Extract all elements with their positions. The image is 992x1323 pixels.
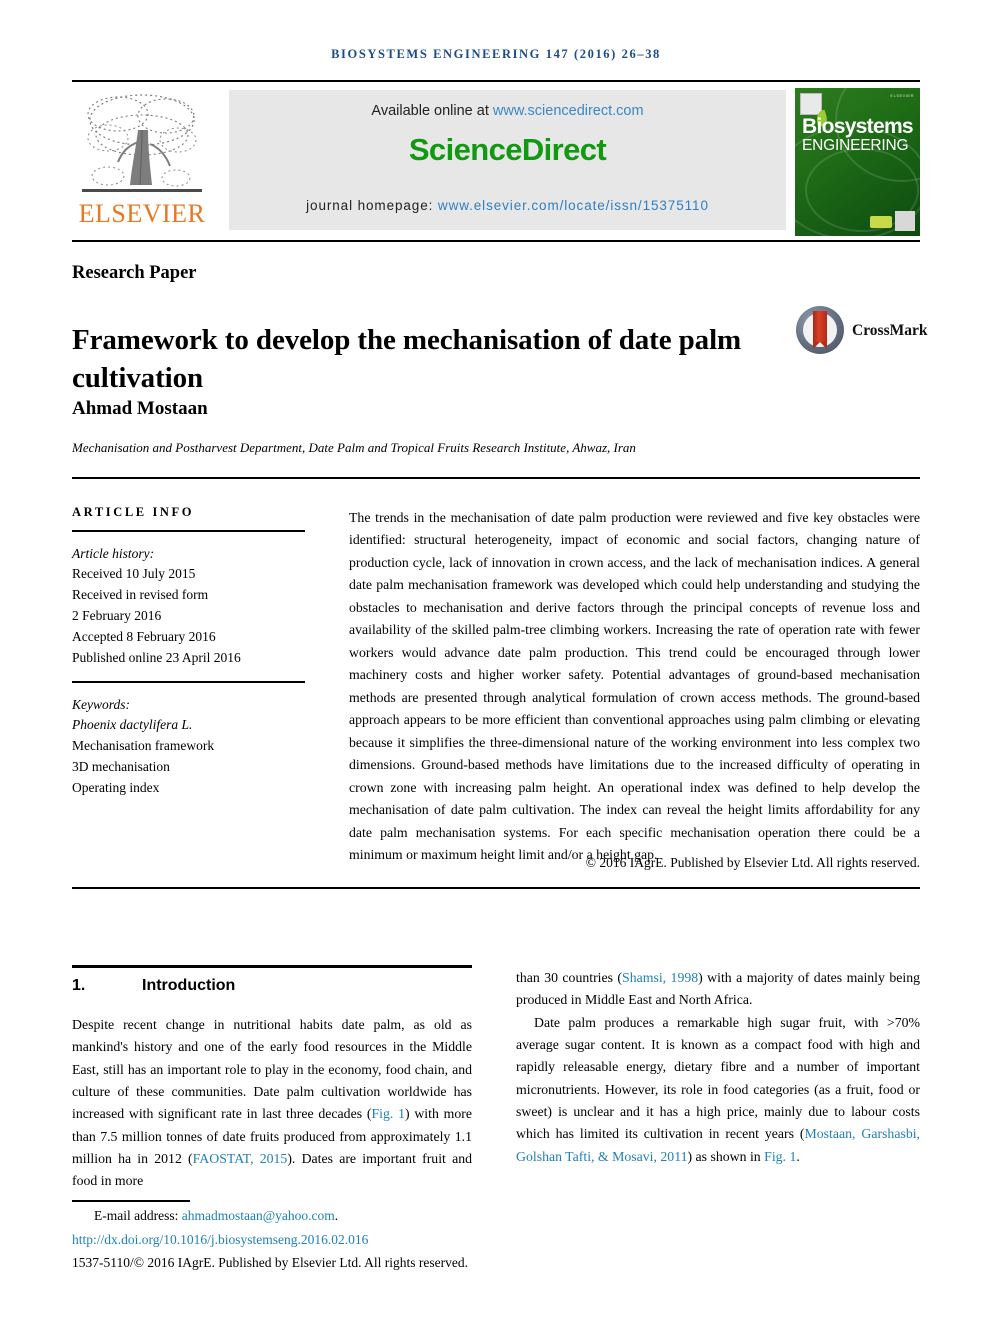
abstract-bottom-rule <box>72 887 920 889</box>
citation-shamsi-link[interactable]: Shamsi, 1998 <box>622 970 698 985</box>
intro-text-part: than 30 countries ( <box>516 970 623 985</box>
intro-text-part: Date palm produces a remarkable high sug… <box>516 1014 920 1142</box>
crossmark-label: CrossMark <box>852 322 928 339</box>
body-column-left: Despite recent change in nutritional hab… <box>72 1014 472 1193</box>
intro-text-part: . <box>796 1148 800 1164</box>
keywords-label: Keywords: <box>72 696 130 712</box>
article-type: Research Paper <box>72 263 197 283</box>
article-info-divider <box>72 530 305 532</box>
keyword-item: 3D mechanisation <box>72 759 170 775</box>
section-rule <box>72 965 472 968</box>
elsevier-wordmark: ELSEVIER <box>78 199 206 228</box>
paper-page: BIOSYSTEMS ENGINEERING 147 (2016) 26–38 <box>0 0 992 1323</box>
article-history-item: Received in revised form <box>72 587 209 603</box>
article-history-item: 2 February 2016 <box>72 608 162 624</box>
journal-homepage-link[interactable]: www.elsevier.com/locate/issn/15375110 <box>438 198 709 213</box>
email-link[interactable]: ahmadmostaan@yahoo.com <box>182 1208 335 1223</box>
body-column-right: than 30 countries (Shamsi, 1998) with a … <box>516 967 920 1168</box>
cover-title: Biosystems ENGINEERING <box>802 116 914 154</box>
abstract-copyright: © 2016 IAgrE. Published by Elsevier Ltd.… <box>585 855 920 870</box>
abstract-text: The trends in the mechanisation of date … <box>349 510 920 863</box>
cover-title-line1: Biosystems <box>802 115 914 138</box>
masthead-rule <box>72 240 920 242</box>
sciencedirect-banner: Available online at www.sciencedirect.co… <box>229 90 786 230</box>
cover-title-line2: ENGINEERING <box>802 137 909 154</box>
elsevier-tree-icon <box>82 94 202 192</box>
sciencedirect-wordmark-text: ScienceDirect <box>408 132 607 167</box>
article-info-heading: ARTICLE INFO <box>72 505 195 519</box>
journal-homepage-label: journal homepage: <box>306 198 438 213</box>
abstract-top-rule <box>72 477 920 479</box>
keyword-item: Mechanisation framework <box>72 738 215 754</box>
issn-copyright-line: 1537-5110/© 2016 IAgrE. Published by Els… <box>72 1255 468 1270</box>
crossmark-badge[interactable]: CrossMark <box>796 306 928 356</box>
section-number: 1. <box>72 977 86 994</box>
elsevier-logo: ELSEVIER <box>72 88 212 236</box>
running-head: BIOSYSTEMS ENGINEERING 147 (2016) 26–38 <box>331 47 661 61</box>
intro-paragraph-2: Date palm produces a remarkable high sug… <box>516 1012 920 1168</box>
article-history-item: Received 10 July 2015 <box>72 566 196 582</box>
email-label: E-mail address: <box>94 1208 179 1223</box>
footnote-rule <box>72 1200 190 1202</box>
footnote-email-line: E-mail address: ahmadmostaan@yahoo.com. <box>72 1208 338 1224</box>
article-history-block: Article history: Received 10 July 2015 R… <box>72 544 305 670</box>
header-rule <box>72 80 920 82</box>
section-title: Introduction <box>142 977 236 994</box>
keywords-divider <box>72 681 305 683</box>
crossmark-ribbon-icon <box>813 311 827 349</box>
journal-homepage-line: journal homepage: www.elsevier.com/locat… <box>229 198 786 213</box>
crossmark-circle-icon <box>796 306 844 354</box>
author-name: Ahmad Mostaan <box>72 398 208 419</box>
citation-faostat-link[interactable]: FAOSTAT, 2015 <box>193 1151 288 1166</box>
figure-1-link[interactable]: Fig. 1 <box>371 1106 405 1121</box>
intro-paragraph-1: than 30 countries (Shamsi, 1998) with a … <box>516 967 920 1012</box>
cover-top-text: ELSEVIER <box>890 93 914 98</box>
doi-link[interactable]: http://dx.doi.org/10.1016/j.biosystemsen… <box>72 1232 368 1248</box>
sciencedirect-url-link[interactable]: www.sciencedirect.com <box>493 103 644 119</box>
journal-cover-thumbnail: ELSEVIER Biosystems ENGINEERING <box>795 88 920 236</box>
journal-masthead: ELSEVIER Available online at www.science… <box>72 88 920 236</box>
available-online-line: Available online at www.sciencedirect.co… <box>229 103 786 119</box>
cover-badge-secondary <box>870 216 892 228</box>
author-affiliation: Mechanisation and Postharvest Department… <box>72 440 636 455</box>
email-suffix: . <box>334 1208 339 1223</box>
figure-1-link[interactable]: Fig. 1 <box>764 1149 796 1164</box>
keyword-item: Phoenix dactylifera L. <box>72 717 193 733</box>
article-history-label: Article history: <box>72 545 155 561</box>
intro-text-part: ) as shown in <box>687 1148 765 1164</box>
article-history-item: Accepted 8 February 2016 <box>72 629 216 645</box>
available-online-label: Available online at <box>371 103 493 119</box>
keywords-block: Keywords: Phoenix dactylifera L. Mechani… <box>72 695 305 800</box>
article-info-column: ARTICLE INFO Article history: Received 1… <box>72 505 305 799</box>
page-title: Framework to develop the mechanisation o… <box>72 324 742 394</box>
sciencedirect-wordmark: ScienceDirect <box>229 132 786 168</box>
keyword-item: Operating index <box>72 780 160 796</box>
cover-badge-tertiary <box>895 211 915 231</box>
article-history-item: Published online 23 April 2016 <box>72 650 241 666</box>
